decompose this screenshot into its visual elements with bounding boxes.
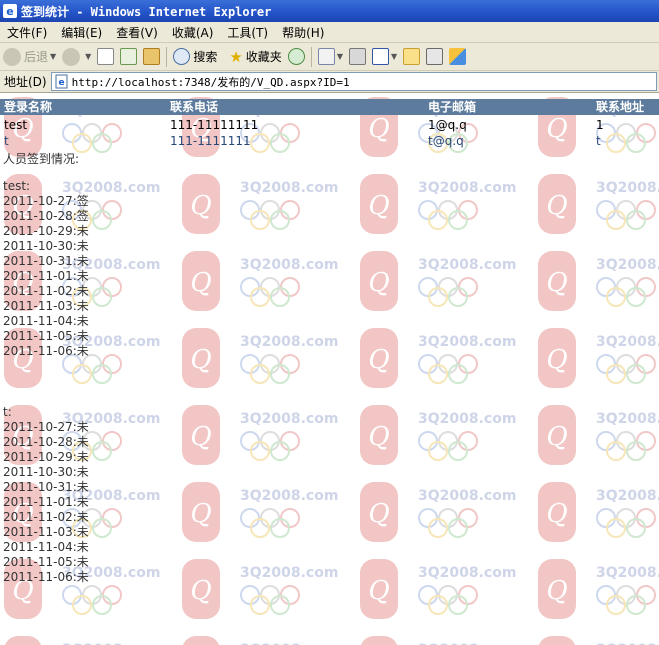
search-label: 搜索 bbox=[193, 50, 218, 64]
svg-text:e: e bbox=[6, 5, 13, 18]
list-item: 2011-11-04:未 bbox=[3, 540, 89, 554]
list-item: 2011-10-29:未 bbox=[3, 450, 89, 464]
list-item: 2011-10-29:未 bbox=[3, 224, 89, 238]
word-icon bbox=[371, 48, 389, 65]
list-item: 2011-11-03:未 bbox=[3, 525, 89, 539]
history-button[interactable] bbox=[285, 45, 308, 69]
table-cell: t bbox=[4, 134, 9, 148]
back-arrow-icon bbox=[3, 47, 21, 66]
column-header-login: 登录名称 bbox=[4, 100, 53, 114]
list-item: 2011-11-02:未 bbox=[3, 284, 89, 298]
mail-button[interactable]: ▼ bbox=[315, 45, 346, 69]
table-cell: 111-11111111 bbox=[170, 118, 259, 132]
list-item: 2011-11-05:未 bbox=[3, 555, 89, 569]
list-item: 2011-10-30:未 bbox=[3, 239, 89, 253]
list-item: 2011-11-01:未 bbox=[3, 269, 89, 283]
mail-dropdown-icon[interactable]: ▼ bbox=[337, 52, 343, 61]
menu-tools[interactable]: 工具(T) bbox=[220, 24, 275, 41]
table-cell: 1 bbox=[596, 118, 604, 132]
print-button[interactable] bbox=[346, 45, 369, 69]
search-icon bbox=[173, 48, 191, 65]
svg-text:e: e bbox=[58, 78, 64, 88]
person-name: t: bbox=[3, 405, 12, 419]
menu-favorites[interactable]: 收藏(A) bbox=[165, 24, 221, 41]
stop-icon bbox=[97, 48, 115, 65]
note-icon bbox=[403, 48, 421, 65]
table-cell: test bbox=[4, 118, 28, 132]
signin-heading: 人员签到情况: bbox=[3, 152, 80, 166]
edit-word-button[interactable]: ▼ bbox=[369, 45, 400, 69]
refresh-button[interactable] bbox=[117, 45, 140, 69]
discuss-button[interactable] bbox=[400, 45, 423, 69]
list-item: 2011-11-03:未 bbox=[3, 299, 89, 313]
list-item: 2011-11-06:未 bbox=[3, 344, 89, 358]
messenger-button[interactable] bbox=[423, 45, 446, 69]
list-item: 2011-11-02:未 bbox=[3, 510, 89, 524]
toolbar-separator bbox=[166, 46, 168, 67]
table-row: test 111-11111111 1@q.q 1 bbox=[0, 117, 659, 133]
back-label: 后退 bbox=[24, 50, 49, 64]
column-header-address: 联系地址 bbox=[596, 100, 645, 114]
back-dropdown-icon[interactable]: ▼ bbox=[50, 52, 56, 61]
home-icon bbox=[143, 48, 161, 65]
list-item: 2011-10-27:未 bbox=[3, 420, 89, 434]
msn-button[interactable] bbox=[446, 45, 469, 69]
table-cell: t@q.q bbox=[428, 134, 464, 148]
list-item: 2011-10-30:未 bbox=[3, 465, 89, 479]
ie-app-icon: e bbox=[3, 4, 17, 18]
list-item: 2011-10-28:未 bbox=[3, 435, 89, 449]
table-cell: 111-1111111 bbox=[170, 134, 251, 148]
table-row: t 111-1111111 t@q.q t bbox=[0, 133, 659, 149]
page-icon: e bbox=[55, 74, 68, 89]
address-input[interactable]: e http://localhost:7348/发布的/V_QD.aspx?ID… bbox=[50, 72, 657, 91]
star-icon: ★ bbox=[229, 47, 243, 66]
address-label: 地址(D) bbox=[4, 75, 47, 89]
watermark-background: Q 3Q2008.com bbox=[0, 93, 659, 645]
favorites-button[interactable]: ★ 收藏夹 bbox=[226, 45, 284, 69]
window-title: 签到统计 - Windows Internet Explorer bbox=[21, 4, 272, 19]
table-cell: t bbox=[596, 134, 601, 148]
list-item: 2011-11-05:未 bbox=[3, 329, 89, 343]
forward-dropdown-icon[interactable]: ▼ bbox=[85, 52, 91, 61]
list-item: 2011-10-31:未 bbox=[3, 254, 89, 268]
list-item: 2011-10-31:未 bbox=[3, 480, 89, 494]
forward-arrow-icon bbox=[62, 47, 81, 66]
address-bar: 地址(D) e http://localhost:7348/发布的/V_QD.a… bbox=[0, 71, 659, 93]
person-name: test: bbox=[3, 179, 31, 193]
list-item: 2011-11-01:未 bbox=[3, 495, 89, 509]
table-header-row: 登录名称 联系电话 电子邮箱 联系地址 bbox=[0, 99, 659, 115]
refresh-icon bbox=[120, 48, 138, 65]
back-button[interactable]: 后退 ▼ bbox=[0, 45, 59, 69]
list-item: 2011-11-06:未 bbox=[3, 570, 89, 584]
home-button[interactable] bbox=[140, 45, 163, 69]
stop-button[interactable] bbox=[94, 45, 117, 69]
forward-button[interactable]: ▼ bbox=[59, 45, 94, 69]
toolbar: 后退 ▼ ▼ 搜索 ★ 收藏夹 ▼ ▼ bbox=[0, 43, 659, 71]
list-item: 2011-11-04:未 bbox=[3, 314, 89, 328]
search-button[interactable]: 搜索 bbox=[170, 45, 220, 69]
history-icon bbox=[287, 48, 305, 65]
print-icon bbox=[348, 48, 366, 65]
favorites-label: 收藏夹 bbox=[245, 50, 282, 64]
window-titlebar: e 签到统计 - Windows Internet Explorer bbox=[0, 0, 659, 22]
menu-help[interactable]: 帮助(H) bbox=[275, 24, 331, 41]
window-icon bbox=[426, 48, 444, 65]
menu-view[interactable]: 查看(V) bbox=[109, 24, 165, 41]
menu-bar: 文件(F) 编辑(E) 查看(V) 收藏(A) 工具(T) 帮助(H) bbox=[0, 22, 659, 43]
list-item: 2011-10-27:签 bbox=[3, 194, 89, 208]
msn-icon bbox=[449, 48, 467, 65]
column-header-phone: 联系电话 bbox=[170, 100, 219, 114]
address-url: http://localhost:7348/发布的/V_QD.aspx?ID=1 bbox=[71, 75, 350, 89]
column-header-email: 电子邮箱 bbox=[428, 100, 477, 114]
toolbar-separator bbox=[310, 46, 312, 67]
menu-edit[interactable]: 编辑(E) bbox=[54, 24, 109, 41]
edit-dropdown-icon[interactable]: ▼ bbox=[391, 52, 397, 61]
table-cell: 1@q.q bbox=[428, 118, 467, 132]
page-content: Q 3Q2008.com 登录名称 联系电话 电子邮箱 联系地址 test 11… bbox=[0, 93, 659, 645]
signin-list-t: t: 2011-10-27:未 2011-10-28:未 2011-10-29:… bbox=[3, 405, 89, 585]
mail-icon bbox=[317, 48, 335, 65]
list-item: 2011-10-28:签 bbox=[3, 209, 89, 223]
menu-file[interactable]: 文件(F) bbox=[0, 24, 54, 41]
signin-list-test: test: 2011-10-27:签 2011-10-28:签 2011-10-… bbox=[3, 179, 89, 359]
